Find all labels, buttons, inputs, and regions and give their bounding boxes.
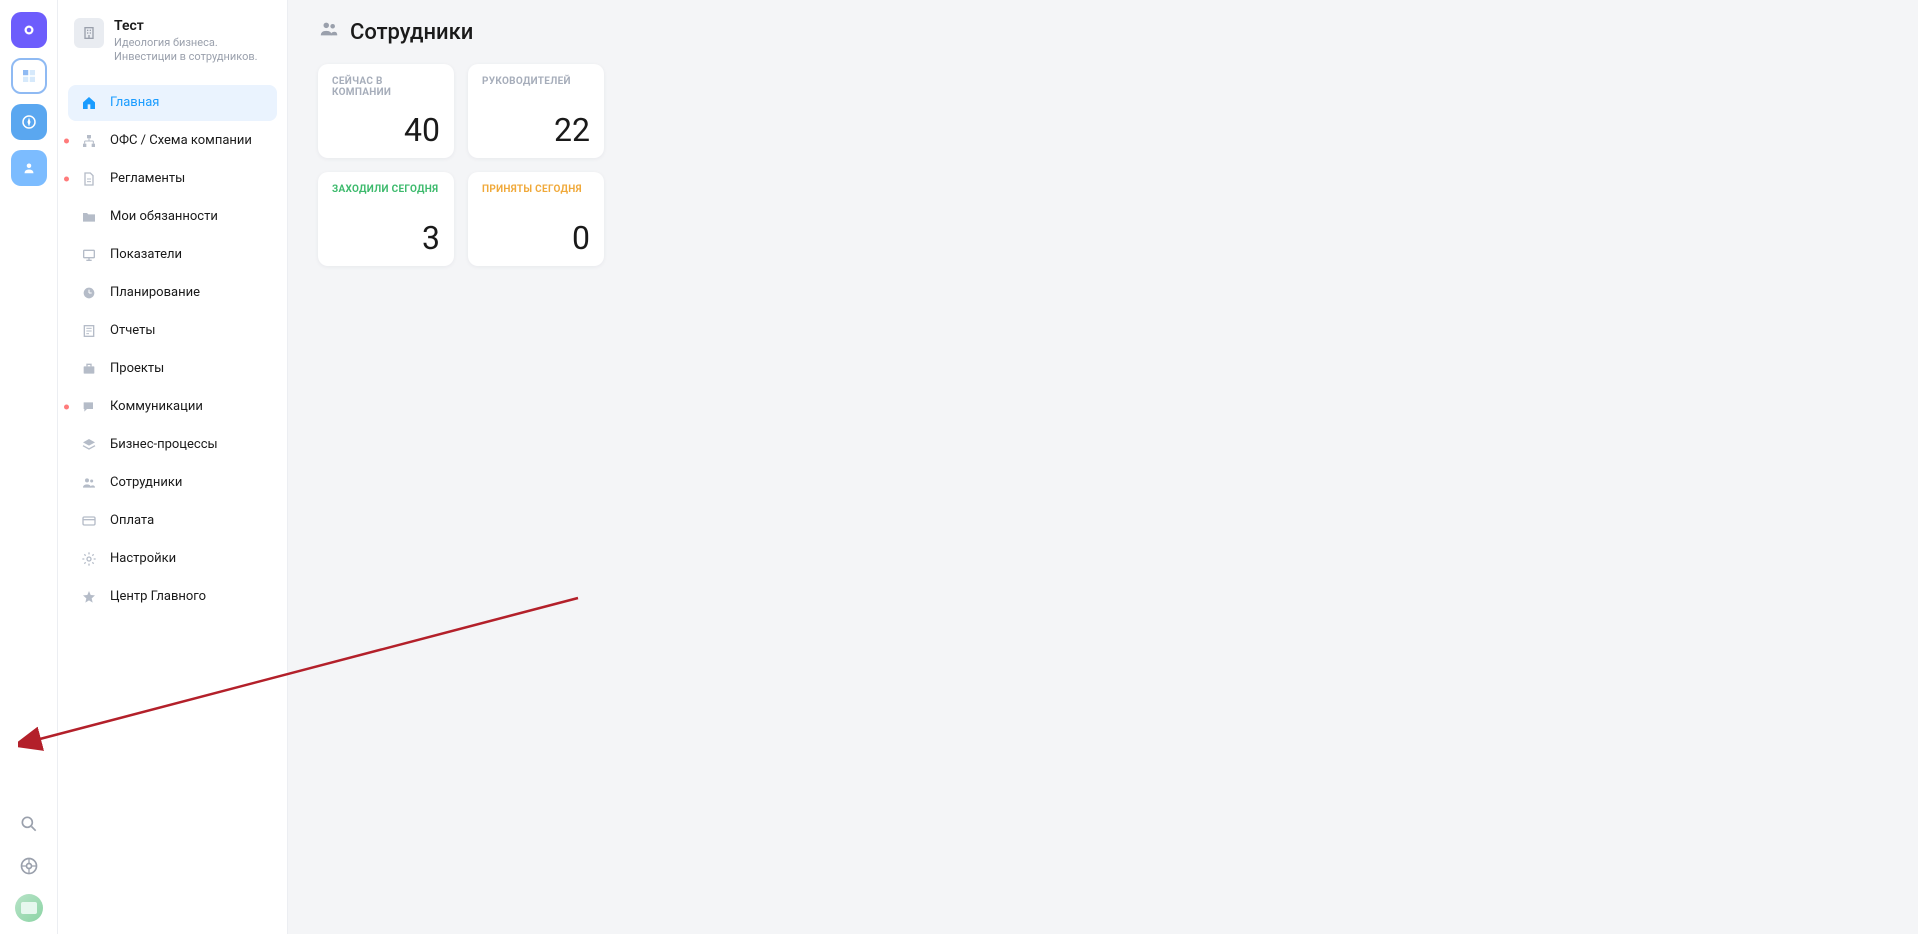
notification-dot-icon	[64, 176, 69, 181]
folder-icon	[80, 208, 98, 226]
nav-item-label: Проекты	[110, 361, 164, 376]
card-icon	[80, 512, 98, 530]
nav-item-label: Показатели	[110, 247, 182, 262]
help-button[interactable]	[15, 852, 43, 880]
org-title: Тест	[114, 18, 271, 34]
compass-icon	[20, 113, 38, 131]
stat-card-label: ЗАХОДИЛИ СЕГОДНЯ	[332, 184, 440, 195]
sidebar: Тест Идеология бизнеса. Инвестиции в сот…	[58, 0, 288, 934]
search-icon	[19, 814, 39, 834]
nav-item-label: Отчеты	[110, 323, 155, 338]
org-header[interactable]: Тест Идеология бизнеса. Инвестиции в сот…	[68, 14, 277, 77]
home-icon	[80, 94, 98, 112]
report-icon	[80, 322, 98, 340]
stat-card-value: 22	[482, 114, 590, 146]
stat-card-now-in-company[interactable]: СЕЙЧАС В КОМПАНИИ 40	[318, 64, 454, 158]
nav-item-home[interactable]: Главная	[68, 85, 277, 121]
stat-card-label: РУКОВОДИТЕЛЕЙ	[482, 76, 590, 87]
icon-rail	[0, 0, 58, 934]
nav-item-people[interactable]: Сотрудники	[68, 465, 277, 501]
page-title-row: Сотрудники	[318, 18, 1888, 46]
presentation-icon	[80, 246, 98, 264]
search-button[interactable]	[15, 810, 43, 838]
stat-cards: СЕЙЧАС В КОМПАНИИ 40 РУКОВОДИТЕЛЕЙ 22 ЗА…	[318, 64, 1888, 266]
briefcase-icon	[80, 360, 98, 378]
org-subtitle: Идеология бизнеса. Инвестиции в сотрудни…	[114, 36, 271, 65]
nav-item-label: Главная	[110, 95, 159, 110]
nav-item-label: Регламенты	[110, 171, 185, 186]
building-icon	[74, 18, 104, 48]
avatar-icon	[21, 902, 37, 914]
nav-item-label: Оплата	[110, 513, 154, 528]
notification-dot-icon	[64, 404, 69, 409]
nav-item-gear[interactable]: Настройки	[68, 541, 277, 577]
stat-card-managers[interactable]: РУКОВОДИТЕЛЕЙ 22	[468, 64, 604, 158]
people-icon	[318, 18, 340, 46]
nav-list: Главная ОФС / Схема компании Регламенты Мои…	[68, 85, 277, 615]
rail-app-button[interactable]	[11, 58, 47, 94]
nav-item-label: Планирование	[110, 285, 200, 300]
nav-item-label: Центр Главного	[110, 589, 206, 604]
nav-item-label: Настройки	[110, 551, 176, 566]
stat-card-hired-today[interactable]: ПРИНЯТЫ СЕГОДНЯ 0	[468, 172, 604, 266]
stat-card-logged-in-today[interactable]: ЗАХОДИЛИ СЕГОДНЯ 3	[318, 172, 454, 266]
nav-item-star[interactable]: Центр Главного	[68, 579, 277, 615]
notification-dot-icon	[64, 138, 69, 143]
stat-card-value: 3	[332, 222, 440, 254]
logo-icon	[20, 21, 38, 39]
rail-compass-button[interactable]	[11, 104, 47, 140]
stat-card-value: 0	[482, 222, 590, 254]
nav-item-label: Коммуникации	[110, 399, 203, 414]
stat-card-value: 40	[332, 114, 440, 146]
chat-icon	[80, 398, 98, 416]
nav-item-org-chart[interactable]: ОФС / Схема компании	[68, 123, 277, 159]
nav-item-card[interactable]: Оплата	[68, 503, 277, 539]
rail-logo-button[interactable]	[11, 12, 47, 48]
star-icon	[80, 588, 98, 606]
avatar-button[interactable]	[15, 894, 43, 922]
nav-item-chat[interactable]: Коммуникации	[68, 389, 277, 425]
nav-item-report[interactable]: Отчеты	[68, 313, 277, 349]
main-content: Сотрудники СЕЙЧАС В КОМПАНИИ 40 РУКОВОДИ…	[288, 0, 1918, 934]
nav-item-clock[interactable]: Планирование	[68, 275, 277, 311]
nav-item-document[interactable]: Регламенты	[68, 161, 277, 197]
document-icon	[80, 170, 98, 188]
page-title: Сотрудники	[350, 20, 473, 45]
layers-icon	[80, 436, 98, 454]
nav-item-label: Мои обязанности	[110, 209, 218, 224]
gear-icon	[80, 550, 98, 568]
stat-card-label: СЕЙЧАС В КОМПАНИИ	[332, 76, 440, 98]
stat-card-label: ПРИНЯТЫ СЕГОДНЯ	[482, 184, 590, 195]
rail-profile-button[interactable]	[11, 150, 47, 186]
nav-item-folder[interactable]: Мои обязанности	[68, 199, 277, 235]
grid-icon	[20, 67, 38, 85]
people-icon	[80, 474, 98, 492]
help-icon	[19, 856, 39, 876]
nav-item-layers[interactable]: Бизнес-процессы	[68, 427, 277, 463]
clock-icon	[80, 284, 98, 302]
nav-item-presentation[interactable]: Показатели	[68, 237, 277, 273]
org-chart-icon	[80, 132, 98, 150]
nav-item-label: Сотрудники	[110, 475, 182, 490]
nav-item-label: ОФС / Схема компании	[110, 133, 252, 148]
nav-item-briefcase[interactable]: Проекты	[68, 351, 277, 387]
user-icon	[20, 159, 38, 177]
nav-item-label: Бизнес-процессы	[110, 437, 218, 452]
